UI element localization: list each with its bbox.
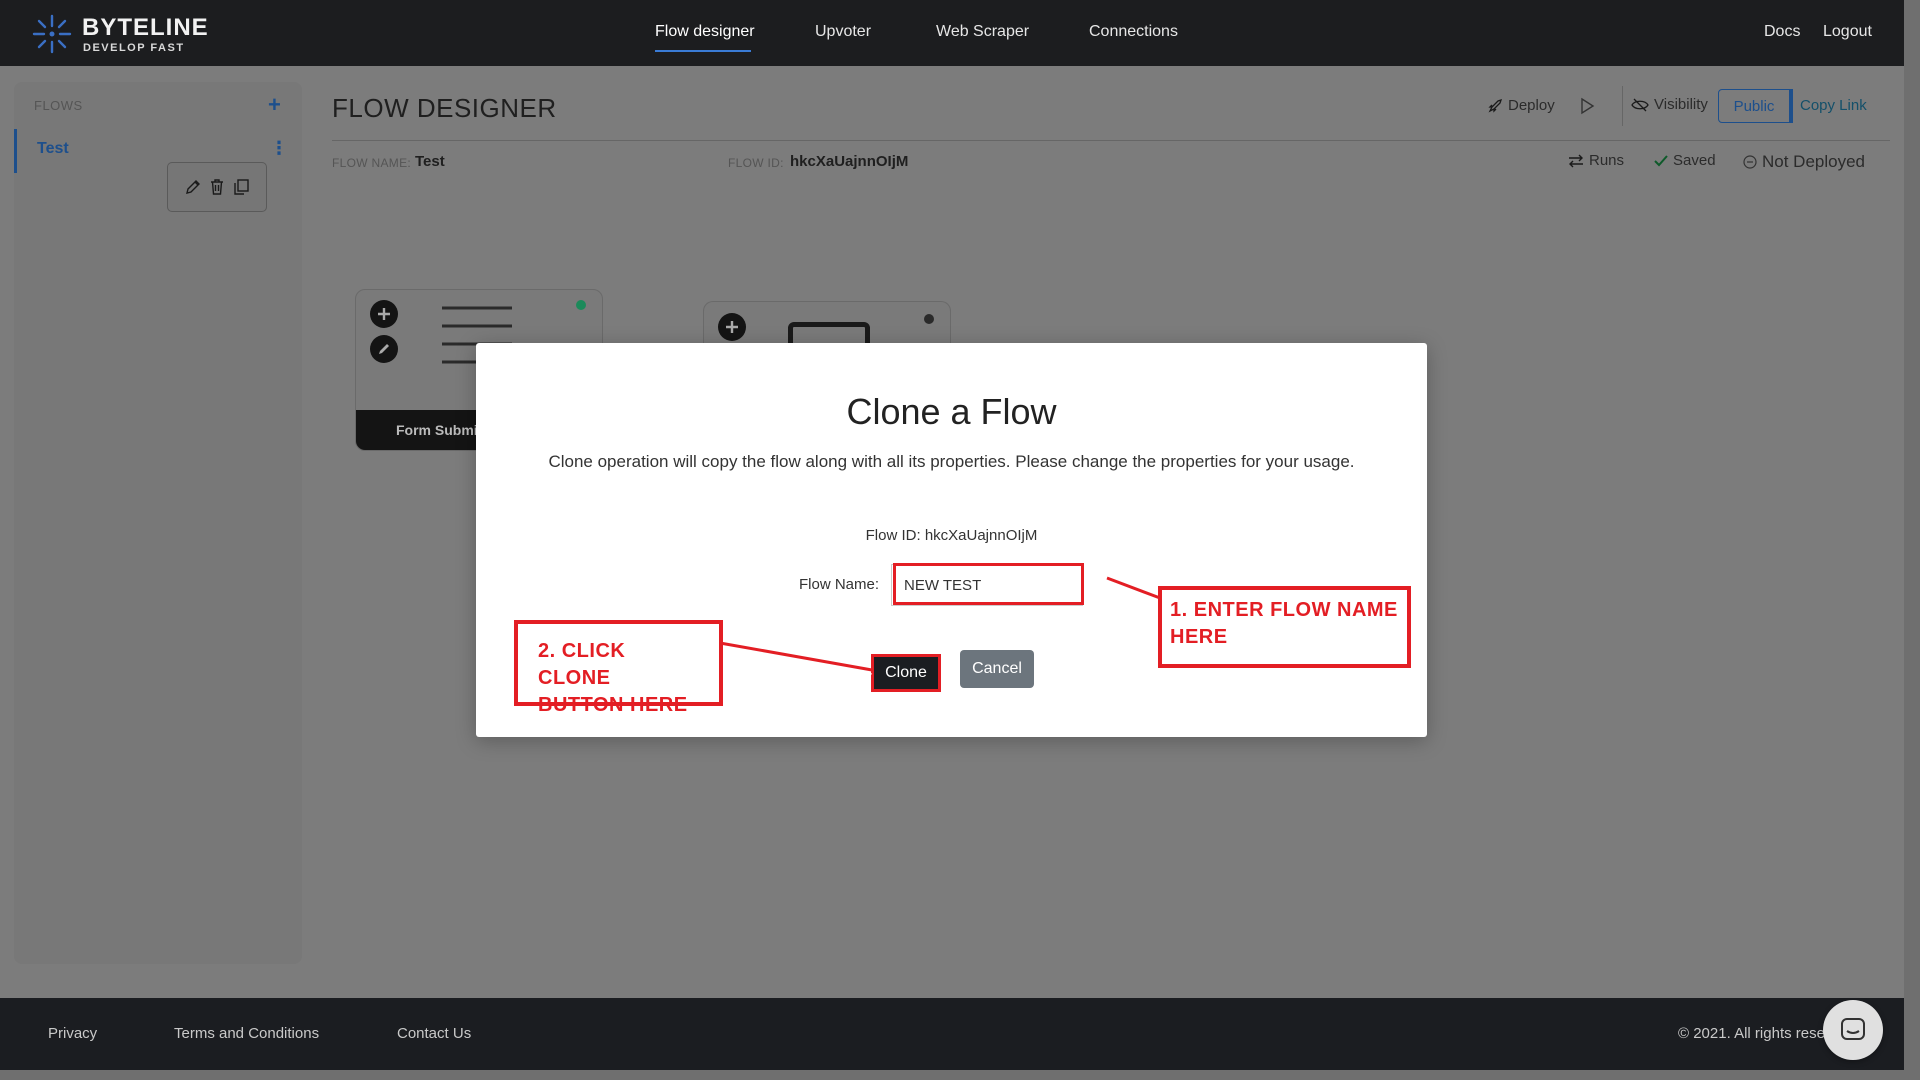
exchange-icon (1569, 154, 1583, 167)
add-flow-plus-icon[interactable]: + (268, 92, 281, 118)
page-footer: Privacy Terms and Conditions Contact Us … (0, 998, 1920, 1070)
run-play-icon[interactable] (1579, 97, 1595, 115)
chat-bubble-icon[interactable] (1823, 1000, 1883, 1060)
deploy-status: Not Deployed (1743, 152, 1865, 172)
cancel-button[interactable]: Cancel (960, 650, 1034, 688)
not-deployed-label: Not Deployed (1762, 152, 1866, 171)
horizontal-scrollbar[interactable] (0, 1070, 1920, 1080)
pencil-icon[interactable] (183, 177, 203, 197)
nav-web-scraper[interactable]: Web Scraper (936, 23, 1029, 41)
annotation-step2: 2. CLICK CLONE BUTTON HERE (514, 620, 723, 716)
brand-name: BYTELINE (82, 14, 209, 41)
nav-docs[interactable]: Docs (1764, 23, 1800, 41)
runs-label: Runs (1589, 152, 1625, 169)
annotation-step1-line2: HERE (1170, 626, 1228, 648)
nav-logout[interactable]: Logout (1823, 23, 1872, 41)
check-icon (1654, 154, 1668, 166)
node-edit-icon[interactable] (370, 335, 398, 363)
node-status-dot (924, 314, 934, 324)
modal-title: Clone a Flow (846, 391, 1057, 432)
node-add-icon[interactable] (370, 300, 398, 328)
nav-flow-designer[interactable]: Flow designer (655, 23, 755, 41)
deploy-label: Deploy (1508, 97, 1555, 114)
runs-button[interactable]: Runs (1568, 152, 1624, 169)
node-status-dot (576, 300, 586, 310)
annotation-step2-line1: 2. CLICK CLONE (538, 640, 626, 689)
brand-tagline: DEVELOP FAST (83, 42, 185, 54)
nav-connections[interactable]: Connections (1089, 23, 1178, 41)
sidebar-active-indicator (14, 129, 17, 173)
copy-link-button[interactable]: Copy Link (1800, 97, 1867, 114)
visibility-label: Visibility (1654, 96, 1708, 113)
visibility-toggle[interactable]: Visibility (1631, 96, 1708, 113)
header-divider-line (332, 140, 1890, 141)
flow-name-value: Test (415, 153, 445, 170)
flow-id-label: FLOW ID: (728, 156, 784, 170)
page-title: FLOW DESIGNER (332, 93, 557, 123)
flow-name-input[interactable] (891, 564, 1083, 606)
modal-description: Clone operation will copy the flow along… (548, 452, 1355, 471)
node-add-icon[interactable] (718, 313, 746, 341)
nav-upvoter[interactable]: Upvoter (815, 23, 871, 41)
public-button[interactable]: Public (1718, 89, 1793, 123)
vertical-scrollbar[interactable] (1904, 0, 1920, 1080)
flow-id-value: hkcXaUajnnOIjM (790, 153, 909, 170)
saved-status: Saved (1654, 152, 1716, 169)
top-navbar: BYTELINE DEVELOP FAST Flow designer Upvo… (0, 0, 1920, 66)
trash-icon[interactable] (207, 177, 227, 197)
annotation-step2-line2: BUTTON HERE (538, 694, 688, 716)
minus-circle-icon (1743, 155, 1757, 169)
footer-copyright: © 2021. All rights rese (1678, 1025, 1825, 1042)
annotation-step1: 1. ENTER FLOW NAME HERE (1158, 586, 1411, 668)
annotation-step1-line1: 1. ENTER FLOW NAME (1170, 599, 1398, 621)
modal-flow-id: Flow ID: hkcXaUajnnOIjM (865, 527, 1038, 544)
header-divider (1622, 86, 1623, 126)
footer-terms-link[interactable]: Terms and Conditions (174, 1025, 319, 1042)
flows-sidebar: FLOWS + Test ⋮ (14, 82, 302, 964)
saved-label: Saved (1673, 152, 1716, 169)
sidebar-title: FLOWS (34, 98, 83, 113)
logo-burst-icon (32, 14, 72, 54)
footer-privacy-link[interactable]: Privacy (48, 1025, 97, 1042)
footer-contact-link[interactable]: Contact Us (397, 1025, 471, 1042)
flow-actions-popover (167, 162, 267, 212)
copy-icon[interactable] (231, 177, 251, 197)
eye-slash-icon (1631, 98, 1649, 111)
rocket-icon (1488, 98, 1503, 113)
flow-name-label: FLOW NAME: (332, 156, 412, 170)
nav-active-underline (655, 50, 751, 52)
kebab-menu-icon[interactable]: ⋮ (270, 138, 288, 159)
deploy-button[interactable]: Deploy (1487, 97, 1555, 114)
clone-button[interactable]: Clone (871, 654, 941, 692)
byteline-logo[interactable]: BYTELINE DEVELOP FAST (30, 12, 208, 56)
flow-name-field-label: Flow Name: (799, 576, 880, 593)
sidebar-item-test[interactable]: Test (37, 140, 69, 158)
